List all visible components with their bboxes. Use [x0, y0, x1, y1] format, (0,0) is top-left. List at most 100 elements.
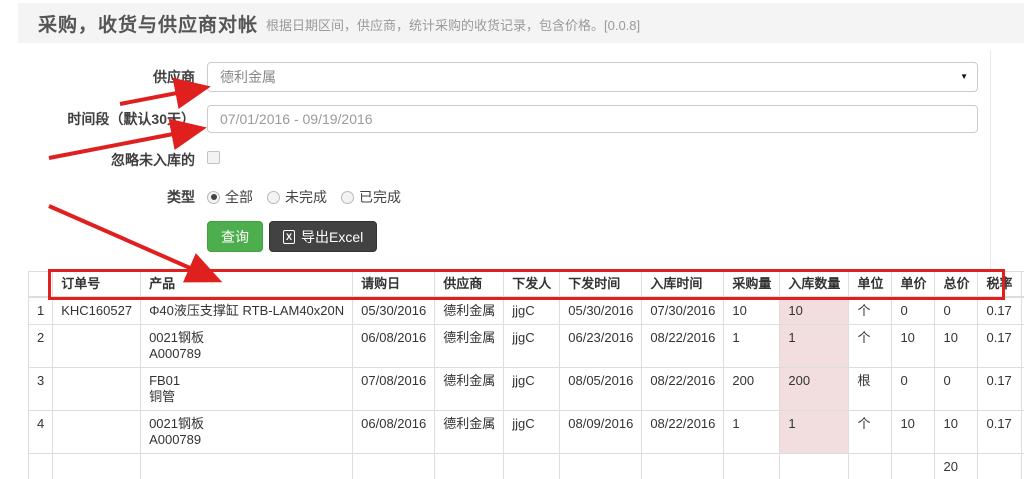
cell-product: FB01铜管 — [141, 368, 353, 411]
type-radio-option[interactable]: 未完成 — [267, 187, 327, 207]
column-header: 税率 — [978, 272, 1021, 298]
cell-price: 0 — [892, 297, 935, 325]
cell-order — [53, 325, 141, 368]
cell-issue_date: 08/09/2016 — [560, 411, 642, 454]
cell-issue_date: 08/05/2016 — [560, 368, 642, 411]
cell-total: 10 — [935, 325, 978, 368]
table-row: 40021钢板A00078906/08/2016德利金属jjgC08/09/20… — [29, 411, 1024, 454]
cell-price: 10 — [892, 411, 935, 454]
total-cell-tax — [978, 454, 1021, 479]
cell-tax: 0.17 — [978, 368, 1021, 411]
cell-price: 10 — [892, 325, 935, 368]
cell-tax: 0.17 — [978, 297, 1021, 325]
cell-supplier: 德利金属 — [435, 325, 504, 368]
cell-in_date: 07/30/2016 — [642, 297, 724, 325]
row-number-header — [29, 272, 53, 298]
column-header: 总价 — [935, 272, 978, 298]
actions-row: 查询 X 导出Excel — [207, 221, 377, 252]
cell-order: KHC160527 — [53, 297, 141, 325]
column-header: 单价 — [892, 272, 935, 298]
results-table: 订单号产品请购日供应商下发人下发时间入库时间采购量入库数量单位单价总价税率币种 … — [28, 271, 1024, 479]
cell-in_qty: 1 — [780, 411, 849, 454]
cell-in_date: 08/22/2016 — [642, 368, 724, 411]
cell-unit: 个 — [849, 411, 892, 454]
column-header: 入库时间 — [642, 272, 724, 298]
column-header: 产品 — [141, 272, 353, 298]
cell-unit: 根 — [849, 368, 892, 411]
type-label: 类型 — [0, 187, 195, 207]
cell-unit: 个 — [849, 325, 892, 368]
cell-issue_date: 05/30/2016 — [560, 297, 642, 325]
arrow-table-header — [49, 206, 215, 279]
total-cell-total: 20 — [935, 454, 978, 479]
cell-no: 3 — [29, 368, 53, 411]
query-button-label: 查询 — [221, 227, 249, 247]
ignore-label: 忽略未入库的 — [0, 150, 195, 170]
table-row: 20021钢板A00078906/08/2016德利金属jjgC06/23/20… — [29, 325, 1024, 368]
total-cell-supplier — [435, 454, 504, 479]
cell-product: 0021钢板A000789 — [141, 411, 353, 454]
cell-no: 4 — [29, 411, 53, 454]
cell-in_date: 08/22/2016 — [642, 325, 724, 368]
cell-order — [53, 411, 141, 454]
table-total-row: 20 — [29, 454, 1024, 479]
table-header-row: 订单号产品请购日供应商下发人下发时间入库时间采购量入库数量单位单价总价税率币种 — [29, 272, 1024, 298]
period-label: 时间段（默认30天） — [0, 109, 195, 129]
type-radio-option[interactable]: 全部 — [207, 187, 253, 207]
cell-request_date: 07/08/2016 — [353, 368, 435, 411]
cell-qty: 1 — [724, 411, 780, 454]
total-cell-in_date — [642, 454, 724, 479]
cell-in_qty: 1 — [780, 325, 849, 368]
column-header: 下发人 — [504, 272, 560, 298]
cell-supplier: 德利金属 — [435, 368, 504, 411]
radio-icon — [207, 191, 220, 204]
cell-qty: 1 — [724, 325, 780, 368]
radio-label: 未完成 — [285, 187, 327, 207]
page: 采购，收货与供应商对帐 根据日期区间，供应商，统计采购的收货记录，包含价格。[0… — [0, 0, 1024, 479]
period-row: 时间段（默认30天） 07/01/2016 - 09/19/2016 — [0, 105, 978, 133]
column-header: 单位 — [849, 272, 892, 298]
cell-total: 0 — [935, 368, 978, 411]
cell-request_date: 05/30/2016 — [353, 297, 435, 325]
cell-tax: 0.17 — [978, 411, 1021, 454]
query-button[interactable]: 查询 — [207, 221, 263, 252]
caret-down-icon: ▼ — [960, 72, 968, 81]
results-table-wrapper: 订单号产品请购日供应商下发人下发时间入库时间采购量入库数量单位单价总价税率币种 … — [28, 271, 1024, 479]
total-cell-in_qty — [780, 454, 849, 479]
cell-issuer: jjgC — [504, 411, 560, 454]
cell-unit: 个 — [849, 297, 892, 325]
excel-file-icon: X — [283, 230, 295, 244]
supplier-selected-value: 德利金属 — [220, 67, 276, 87]
cell-price: 0 — [892, 368, 935, 411]
table-row: 1KHC160527Φ40液压支撑缸 RTB-LAM40x20N05/30/20… — [29, 297, 1024, 325]
supplier-select[interactable]: 德利金属 ▼ — [207, 62, 978, 92]
total-cell-qty — [724, 454, 780, 479]
export-excel-button[interactable]: X 导出Excel — [269, 221, 377, 252]
total-cell-order — [53, 454, 141, 479]
cell-total: 0 — [935, 297, 978, 325]
column-header: 请购日 — [353, 272, 435, 298]
period-value: 07/01/2016 - 09/19/2016 — [220, 111, 373, 127]
radio-label: 全部 — [225, 187, 253, 207]
cell-product: 0021钢板A000789 — [141, 325, 353, 368]
cell-request_date: 06/08/2016 — [353, 325, 435, 368]
radio-icon — [341, 191, 354, 204]
total-cell-issuer — [504, 454, 560, 479]
table-row: 3 FB01铜管07/08/2016德利金属jjgC08/05/201608/22… — [29, 368, 1024, 411]
radio-label: 已完成 — [359, 187, 401, 207]
cell-issuer: jjgC — [504, 368, 560, 411]
total-cell-price — [892, 454, 935, 479]
type-radio-option[interactable]: 已完成 — [341, 187, 401, 207]
type-radio-group: 全部 未完成 已完成 — [207, 187, 401, 207]
total-cell-unit — [849, 454, 892, 479]
ignore-checkbox[interactable] — [207, 151, 220, 164]
cell-tax: 0.17 — [978, 325, 1021, 368]
radio-icon — [267, 191, 280, 204]
column-header: 订单号 — [53, 272, 141, 298]
column-header: 下发时间 — [560, 272, 642, 298]
export-button-label: 导出Excel — [301, 227, 363, 247]
cell-no: 2 — [29, 325, 53, 368]
total-cell-no — [29, 454, 53, 479]
period-input[interactable]: 07/01/2016 - 09/19/2016 — [207, 105, 978, 133]
supplier-label: 供应商 — [0, 67, 195, 87]
